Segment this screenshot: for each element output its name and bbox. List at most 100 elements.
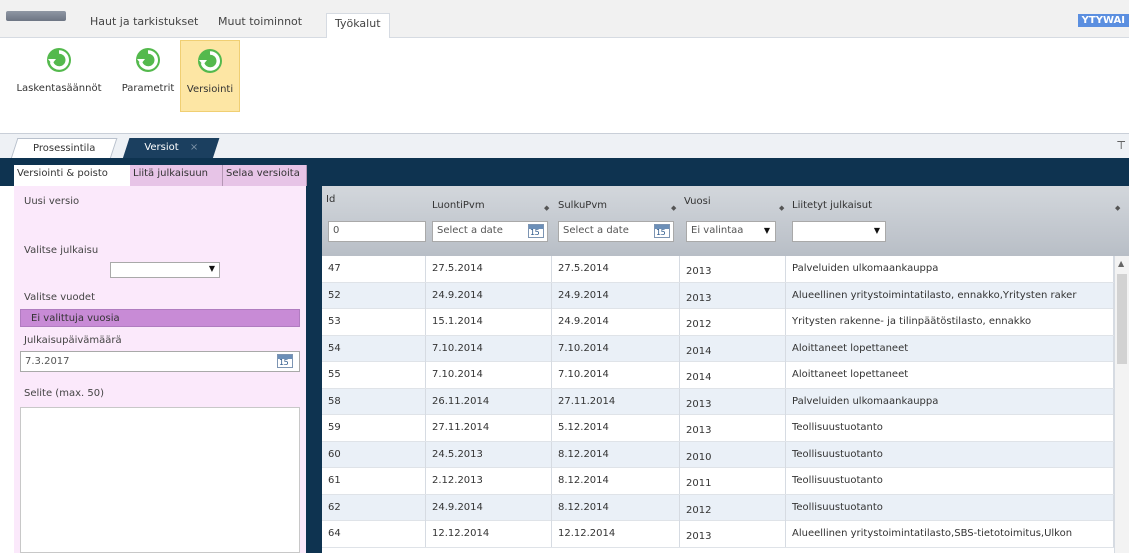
sub-tab-strip: Versiointi & poisto Liitä julkaisuun Sel… bbox=[0, 164, 1129, 186]
ribbon-tab-strip: Haut ja tarkistukset Muut toiminnot Työk… bbox=[0, 0, 1129, 39]
chevron-down-icon: ▼ bbox=[763, 226, 770, 235]
tab-versiot-label: Versiot bbox=[144, 142, 179, 153]
cell-vuosi: 2013 bbox=[680, 282, 786, 309]
tab-prosessintila-label: Prosessintila bbox=[33, 143, 96, 154]
column-header-sulkupvm[interactable]: SulkuPvm bbox=[558, 200, 607, 211]
table-row[interactable]: 62 24.9.2014 8.12.2014 2012 Teollisuustuotan… bbox=[322, 494, 1114, 521]
table-row[interactable]: 58 26.11.2014 27.11.2014 2013 Palveluiden ul… bbox=[322, 388, 1114, 415]
tab-haut-ja-tarkistukset[interactable]: Haut ja tarkistukset bbox=[90, 15, 198, 28]
column-header-liitetyt-julkaisut[interactable]: Liitetyt julkaisut bbox=[792, 200, 872, 211]
vuosi-filter-select[interactable]: Ei valintaa ▼ bbox=[686, 221, 776, 242]
laskentasaannot-button[interactable]: Laskentasäännöt bbox=[4, 40, 114, 112]
table-row[interactable]: 53 15.1.2014 24.9.2014 2012 Yritysten rakenn… bbox=[322, 309, 1114, 336]
sort-icon[interactable]: ◆ bbox=[779, 204, 784, 212]
cell-julkaisut: Aloittaneet lopettaneet bbox=[786, 335, 1114, 362]
publication-date-value: 7.3.2017 bbox=[25, 356, 70, 367]
cell-luontipvm: 7.10.2014 bbox=[426, 362, 552, 388]
publication-date-input[interactable]: 7.3.2017 15 bbox=[20, 351, 300, 372]
table-row[interactable]: 59 27.11.2014 5.12.2014 2013 Teollisuustuota… bbox=[322, 415, 1114, 442]
julkaisut-filter-select[interactable]: ▼ bbox=[792, 221, 886, 242]
application-menu-button[interactable] bbox=[6, 11, 66, 21]
cell-luontipvm: 12.12.2014 bbox=[426, 521, 552, 547]
cell-luontipvm: 7.10.2014 bbox=[426, 335, 552, 362]
table-row[interactable]: 54 7.10.2014 7.10.2014 2014 Aloittaneet lope… bbox=[322, 335, 1114, 362]
versiointi-button[interactable]: Versiointi bbox=[180, 40, 240, 112]
tab-tyokalut[interactable]: Työkalut bbox=[326, 13, 390, 39]
new-version-heading: Uusi versio bbox=[24, 196, 80, 207]
publication-select[interactable]: ▼ bbox=[110, 262, 220, 278]
versiointi-label: Versiointi bbox=[186, 84, 234, 95]
calendar-icon[interactable]: 15 bbox=[528, 224, 544, 238]
sort-icon[interactable]: ◆ bbox=[544, 204, 549, 212]
cell-vuosi: 2012 bbox=[680, 309, 786, 335]
cell-luontipvm: 24.9.2014 bbox=[426, 282, 552, 309]
versions-grid: Id LuontiPvm ◆ SulkuPvm ◆ Vuosi ◆ Liitet… bbox=[322, 186, 1129, 553]
tab-versiot[interactable]: Versiot × bbox=[122, 138, 220, 159]
laskentasaannot-label: Laskentasäännöt bbox=[16, 83, 102, 94]
table-row[interactable]: 47 27.5.2014 27.5.2014 2013 Palveluiden ulko… bbox=[322, 256, 1114, 283]
cell-id: 62 bbox=[322, 494, 426, 521]
cell-luontipvm: 24.9.2014 bbox=[426, 494, 552, 521]
cell-julkaisut: Teollisuustuotanto bbox=[786, 441, 1114, 468]
close-icon[interactable]: × bbox=[190, 142, 198, 153]
years-list[interactable]: Ei valittuja vuosia bbox=[20, 309, 300, 327]
cell-vuosi: 2014 bbox=[680, 362, 786, 388]
cell-julkaisut: Teollisuustuotanto bbox=[786, 415, 1114, 441]
notes-label: Selite (max. 50) bbox=[24, 388, 104, 399]
cell-sulkupvm: 12.12.2014 bbox=[552, 521, 680, 547]
table-row[interactable]: 60 24.5.2013 8.12.2014 2010 Teollisuustuotan… bbox=[322, 441, 1114, 468]
tab-muut-toiminnot[interactable]: Muut toiminnot bbox=[218, 15, 302, 28]
column-header-id[interactable]: Id bbox=[326, 194, 335, 205]
no-years-text: Ei valittuja vuosia bbox=[31, 313, 120, 324]
subtab-selaa-versioita[interactable]: Selaa versioita bbox=[223, 165, 307, 186]
tab-prosessintila[interactable]: Prosessintila bbox=[10, 138, 118, 159]
notes-textarea[interactable] bbox=[20, 407, 300, 553]
ribbon-body: Laskentasäännöt Parametrit Versiointi bbox=[0, 38, 1129, 134]
recycle-icon bbox=[198, 49, 222, 73]
calendar-icon[interactable]: 15 bbox=[654, 224, 670, 238]
table-row[interactable]: 55 7.10.2014 7.10.2014 2014 Aloittaneet lope… bbox=[322, 362, 1114, 389]
column-header-luontipvm[interactable]: LuontiPvm bbox=[432, 200, 485, 211]
user-badge: YTYWAI bbox=[1077, 14, 1129, 27]
cell-luontipvm: 27.11.2014 bbox=[426, 415, 552, 441]
cell-luontipvm: 15.1.2014 bbox=[426, 309, 552, 335]
cell-id: 61 bbox=[322, 468, 426, 494]
cell-julkaisut: Aloittaneet lopettaneet bbox=[786, 362, 1114, 388]
cell-id: 64 bbox=[322, 521, 426, 547]
subtab-versiointi-poisto[interactable]: Versiointi & poisto bbox=[14, 165, 130, 186]
table-row[interactable]: 52 24.9.2014 24.9.2014 2013 Alueellinen yrit… bbox=[322, 282, 1114, 309]
calendar-icon[interactable]: 15 bbox=[277, 354, 293, 368]
sort-icon[interactable]: ◆ bbox=[671, 204, 676, 212]
vertical-scrollbar[interactable]: ▲ bbox=[1114, 256, 1129, 553]
parametrit-button[interactable]: Parametrit bbox=[116, 40, 180, 112]
cell-julkaisut: Alueellinen yritystoimintatilasto,SBS-ti… bbox=[786, 521, 1114, 547]
table-row[interactable]: 61 2.12.2013 8.12.2014 2011 Teollisuustuotan… bbox=[322, 468, 1114, 495]
id-filter-input[interactable]: 0 bbox=[328, 221, 426, 242]
sulkupvm-filter-input[interactable]: Select a date 15 bbox=[558, 221, 674, 242]
cell-id: 60 bbox=[322, 441, 426, 468]
cell-id: 59 bbox=[322, 415, 426, 441]
luontipvm-filter-input[interactable]: Select a date 15 bbox=[432, 221, 548, 242]
chevron-down-icon: ▼ bbox=[208, 264, 215, 273]
cell-sulkupvm: 5.12.2014 bbox=[552, 415, 680, 441]
cell-luontipvm: 2.12.2013 bbox=[426, 468, 552, 494]
cell-vuosi: 2012 bbox=[680, 494, 786, 521]
cell-vuosi: 2013 bbox=[680, 256, 786, 282]
cell-id: 58 bbox=[322, 388, 426, 415]
cell-vuosi: 2013 bbox=[680, 415, 786, 441]
scrollbar-thumb[interactable] bbox=[1117, 274, 1127, 364]
column-header-vuosi[interactable]: Vuosi bbox=[684, 196, 711, 207]
subtab-liita-julkaisuun[interactable]: Liitä julkaisuun bbox=[130, 165, 223, 186]
table-row[interactable]: 64 12.12.2014 12.12.2014 2013 Alueellinen yr… bbox=[322, 521, 1114, 548]
parametrit-label: Parametrit bbox=[121, 83, 175, 94]
cell-sulkupvm: 24.9.2014 bbox=[552, 309, 680, 335]
chevron-down-icon: ▼ bbox=[873, 226, 880, 235]
scroll-up-icon[interactable]: ▲ bbox=[1118, 259, 1124, 268]
select-years-label: Valitse vuodet bbox=[24, 292, 96, 303]
cell-vuosi: 2011 bbox=[680, 468, 786, 494]
cell-vuosi: 2013 bbox=[680, 521, 786, 547]
pin-icon[interactable]: ⊤ bbox=[1116, 139, 1126, 152]
sort-icon[interactable]: ◆ bbox=[1115, 204, 1120, 212]
document-tab-strip: Prosessintila Versiot × ⊤ bbox=[0, 134, 1129, 159]
cell-julkaisut: Palveluiden ulkomaankauppa bbox=[786, 388, 1114, 415]
